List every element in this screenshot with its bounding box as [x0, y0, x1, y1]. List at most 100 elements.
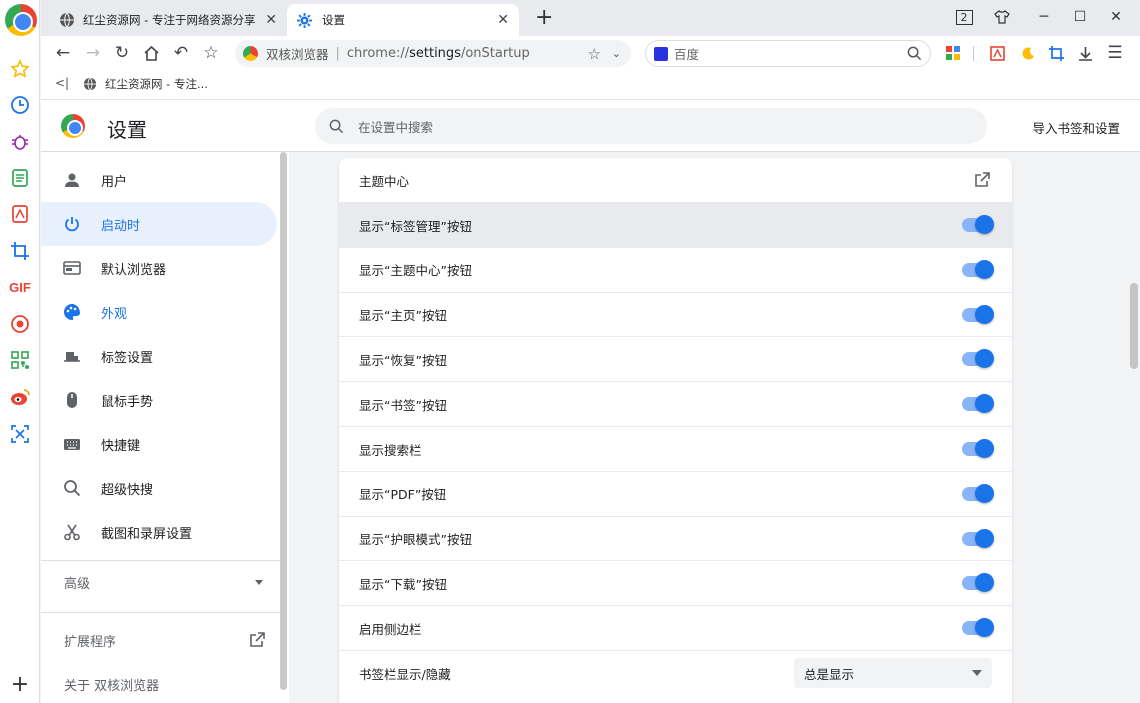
- restore-undo-icon[interactable]: ↶: [169, 42, 193, 64]
- eye-care-moon-icon[interactable]: [1015, 42, 1039, 64]
- settings-nav: 用户 启动时 默认浏览器 外观 标签设置 鼠标手势 快捷键 超级快搜 截图和录屏…: [41, 152, 289, 703]
- toggle-row[interactable]: 显示“主题中心”按钮: [339, 246, 1012, 292]
- nav-item-about[interactable]: 关于 双核浏览器: [41, 662, 281, 703]
- toggle-row[interactable]: 显示“下载”按钮: [339, 560, 1012, 605]
- nav-item-user[interactable]: 用户: [41, 158, 277, 202]
- collapse-sidebar-icon[interactable]: <|: [55, 76, 69, 90]
- maximize-icon[interactable]: ☐: [1067, 6, 1093, 28]
- toggle-row[interactable]: 启用侧边栏: [339, 605, 1012, 650]
- bookmark-bar-select[interactable]: 总是显示: [794, 658, 992, 688]
- close-window-icon[interactable]: ✕: [1103, 6, 1129, 28]
- weibo-icon[interactable]: [8, 385, 32, 409]
- caret-down-icon: [972, 670, 982, 676]
- tab-hongchen[interactable]: 红尘资源网 - 专注于网络资源分享 ✕: [49, 4, 287, 36]
- chrome-logo-icon: [243, 46, 258, 61]
- qrcode-icon[interactable]: [8, 348, 32, 372]
- pdf-toolbar-icon[interactable]: [985, 42, 1009, 64]
- nav-item-advanced[interactable]: 高级: [41, 560, 281, 604]
- tab-count-button[interactable]: 2: [951, 6, 977, 28]
- person-icon: [65, 173, 79, 187]
- toggle-switch[interactable]: [962, 349, 994, 369]
- forward-icon[interactable]: →: [81, 42, 105, 64]
- import-bookmarks-link[interactable]: 导入书签和设置: [1032, 118, 1120, 137]
- bookmark-item[interactable]: 红尘资源网 - 专注...: [83, 76, 208, 92]
- crop-toolbar-icon[interactable]: [1044, 42, 1068, 64]
- address-toolbar: ← → ↻ ↶ ☆ 双核浏览器 | chrome://settings/onSt…: [41, 36, 1140, 70]
- browser-logo-icon[interactable]: [5, 4, 37, 36]
- nav-scrollbar[interactable]: [280, 152, 287, 690]
- theme-center-row[interactable]: 主题中心: [339, 158, 1012, 203]
- skin-shirt-icon[interactable]: [989, 6, 1015, 28]
- bookmark-title: 红尘资源网 - 专注...: [105, 77, 208, 91]
- tab-settings[interactable]: 设置 ✕: [287, 4, 519, 36]
- toggle-switch[interactable]: [962, 215, 994, 234]
- nav-item-appearance[interactable]: 外观: [41, 290, 277, 334]
- toggle-switch[interactable]: [962, 304, 994, 324]
- record-icon[interactable]: [8, 312, 32, 336]
- browser-icon: [63, 261, 81, 275]
- favorites-star-icon[interactable]: [8, 57, 32, 81]
- new-tab-button[interactable]: +: [535, 5, 553, 30]
- url-text: chrome://settings/onStartup: [346, 46, 530, 61]
- reload-icon[interactable]: ↻: [110, 42, 134, 64]
- toggle-switch[interactable]: [962, 618, 994, 638]
- nav-item-tab-settings[interactable]: 标签设置: [41, 334, 277, 378]
- toggle-row[interactable]: 显示“主页”按钮: [339, 291, 1012, 337]
- tab-icon: [64, 352, 80, 362]
- toggle-row[interactable]: 显示“护眼模式”按钮: [339, 515, 1012, 561]
- crop-icon[interactable]: [8, 239, 32, 263]
- settings-search-input[interactable]: 在设置中搜索: [315, 108, 987, 144]
- settings-header: 设置 在设置中搜索 导入书签和设置: [41, 100, 1140, 152]
- bookmark-star-icon[interactable]: ☆: [199, 42, 223, 64]
- toggle-row[interactable]: 显示“恢复”按钮: [339, 336, 1012, 381]
- add-icon[interactable]: +: [8, 672, 32, 697]
- nav-item-screenshot[interactable]: 截图和录屏设置: [41, 510, 277, 554]
- toggle-row[interactable]: 显示“PDF”按钮: [339, 470, 1012, 516]
- chevron-down-icon[interactable]: ⌄: [612, 47, 621, 60]
- back-icon[interactable]: ←: [51, 42, 75, 64]
- minimize-icon[interactable]: ─: [1031, 6, 1057, 28]
- browser-brand: 双核浏览器: [266, 47, 329, 62]
- appearance-card: 主题中心 显示“标签管理”按钮 显示“主题中心”按钮 显示“主页”按钮 显示“恢复”按…: [339, 158, 1012, 703]
- menu-icon[interactable]: ☰: [1103, 42, 1127, 64]
- pdf-icon[interactable]: [8, 202, 32, 226]
- close-tab-icon[interactable]: ✕: [265, 12, 277, 28]
- notes-icon[interactable]: [8, 166, 32, 190]
- nav-item-mouse-gestures[interactable]: 鼠标手势: [41, 378, 277, 422]
- page-title: 设置: [107, 118, 147, 142]
- toggle-row[interactable]: 显示“书签”按钮: [339, 381, 1012, 426]
- toggle-switch[interactable]: [962, 439, 994, 458]
- download-icon[interactable]: [1073, 42, 1097, 64]
- home-icon[interactable]: [139, 42, 163, 64]
- toggle-switch[interactable]: [962, 483, 994, 503]
- star-icon[interactable]: ☆: [588, 45, 601, 63]
- toggle-switch[interactable]: [962, 573, 994, 593]
- bug-icon[interactable]: [8, 130, 32, 154]
- toggle-switch[interactable]: [962, 528, 994, 548]
- toggle-switch[interactable]: [962, 259, 994, 279]
- search-box[interactable]: 百度: [645, 40, 931, 67]
- nav-item-default-browser[interactable]: 默认浏览器: [41, 246, 277, 290]
- caret-down-icon: [255, 580, 263, 585]
- page-scrollbar[interactable]: [1130, 283, 1138, 369]
- nav-item-shortcuts[interactable]: 快捷键: [41, 422, 277, 466]
- toggle-row[interactable]: 显示搜索栏: [339, 426, 1012, 471]
- keyboard-icon: [64, 439, 80, 450]
- globe-icon: [60, 12, 74, 28]
- mouse-icon: [67, 392, 77, 408]
- search-icon[interactable]: [907, 46, 922, 61]
- toggle-switch[interactable]: [962, 394, 994, 414]
- bookmark-bar: <| 红尘资源网 - 专注...: [41, 70, 1140, 100]
- baidu-icon: [654, 46, 668, 61]
- nav-item-super-search[interactable]: 超级快搜: [41, 466, 277, 510]
- address-bar[interactable]: 双核浏览器 | chrome://settings/onStartup ☆ ⌄: [235, 40, 631, 67]
- scan-icon[interactable]: [8, 422, 32, 446]
- close-tab-icon[interactable]: ✕: [497, 12, 509, 28]
- apps-icon[interactable]: [941, 42, 965, 64]
- nav-item-extensions[interactable]: 扩展程序: [41, 618, 281, 662]
- toggle-row[interactable]: 显示“标签管理”按钮: [339, 202, 1012, 247]
- nav-item-startup[interactable]: 启动时: [41, 202, 277, 246]
- open-external-icon: [975, 172, 990, 187]
- gif-icon[interactable]: GIF: [8, 275, 32, 299]
- history-clock-icon[interactable]: [8, 93, 32, 117]
